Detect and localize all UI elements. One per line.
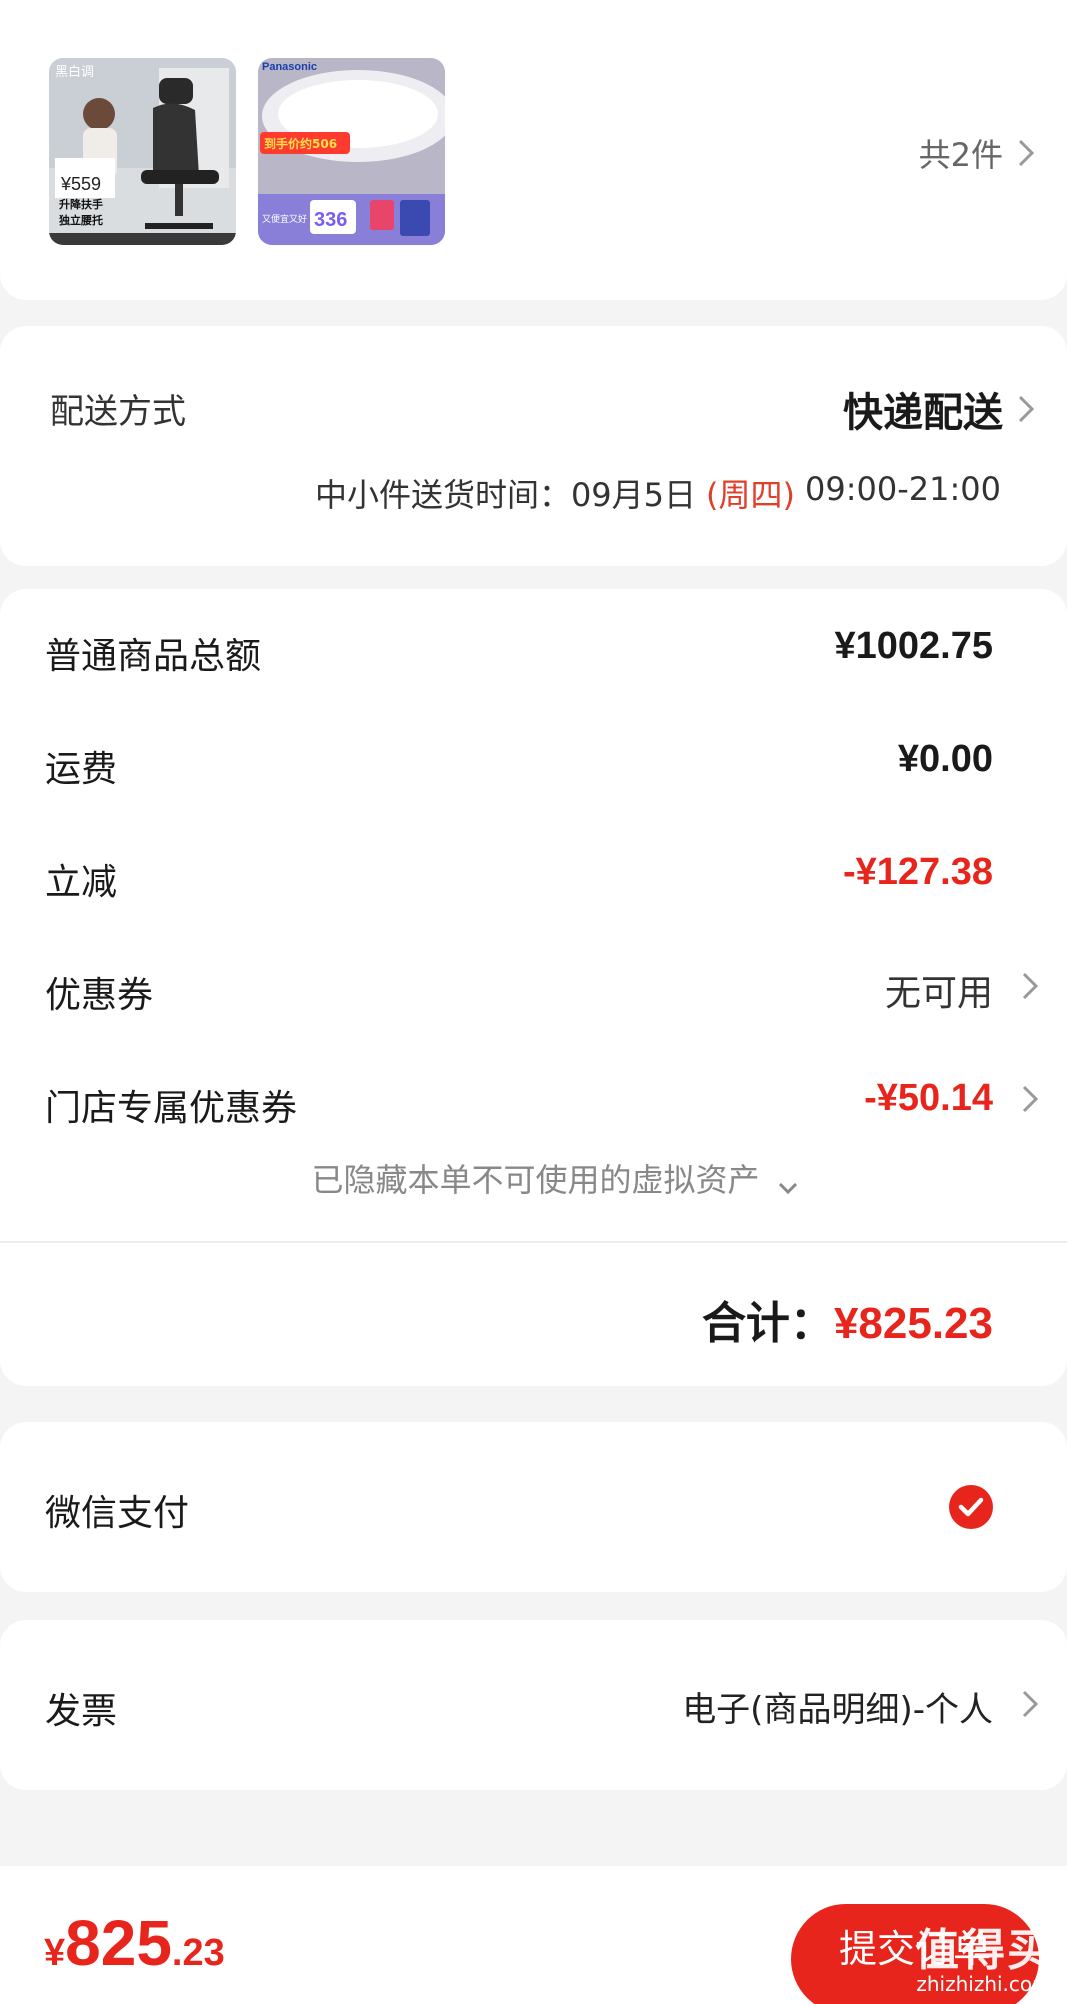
ceiling-lamp-product-image: Panasonic 到手价约506 336 又便宜又好 (258, 58, 445, 245)
delivery-method-selector[interactable]: 快递配送 (843, 380, 1041, 438)
lamp-brand-logo: Panasonic (262, 61, 317, 73)
delivery-time-range: 09:00-21:00 (805, 470, 1001, 508)
coupon-label: 优惠券 (45, 975, 154, 1016)
subtotal-value: ¥1002.75 (834, 625, 994, 667)
store-coupon-row[interactable]: 门店专属优惠券 -¥50.14 (0, 1071, 1067, 1131)
product-thumbnail-chair[interactable]: ¥559 升降扶手 独立腰托 黑白调 (49, 58, 236, 245)
currency-symbol: ¥ (44, 1932, 66, 1974)
subtotal-row: 普通商品总额 ¥1002.75 (0, 619, 1067, 679)
checkmark-selected-icon[interactable] (949, 1485, 993, 1529)
chair-brand-logo: 黑白调 (55, 64, 94, 80)
delivery-time-date: 中小件送货时间：09月5日 (314, 476, 697, 514)
delivery-time: 中小件送货时间：09月5日 (周四) 09:00-21:00 (315, 470, 1001, 516)
checkout-total-price: ¥ 825 .23 (44, 1906, 225, 1980)
payment-method-label: 微信支付 (45, 1493, 190, 1534)
delivery-method-value: 快递配送 (843, 390, 1003, 436)
subtotal-label: 普通商品总额 (45, 636, 262, 677)
discount-label: 立减 (45, 862, 118, 903)
office-chair-product-image: ¥559 升降扶手 独立腰托 黑白调 (49, 58, 236, 245)
site-watermark: 值得买 zhizhizhi.com (915, 1914, 1053, 1996)
shipping-label: 运费 (45, 749, 118, 790)
price-decimal: .23 (171, 1932, 225, 1974)
watermark-logo-text: 值得买 (915, 1925, 1053, 1976)
product-summary-card[interactable]: ¥559 升降扶手 独立腰托 黑白调 Panasonic 到手价约506 336… (0, 0, 1067, 300)
total-label: 合计： (701, 1298, 834, 1349)
invoice-card[interactable]: 发票 电子(商品明细)-个人 (0, 1620, 1067, 1790)
order-total: 合计： ¥825.23 (702, 1287, 993, 1351)
payment-method-card[interactable]: 微信支付 (0, 1422, 1067, 1592)
svg-text:336: 336 (314, 209, 347, 231)
svg-text:又便宜又好: 又便宜又好 (262, 213, 307, 225)
chevron-down-icon (776, 1168, 800, 1195)
chevron-right-icon (1011, 391, 1041, 427)
chevron-right-icon (1011, 135, 1041, 171)
svg-text:升降扶手: 升降扶手 (59, 197, 103, 211)
invoice-value: 电子(商品明细)-个人 (682, 1690, 993, 1730)
watermark-domain: zhizhizhi.com (916, 1972, 1052, 1996)
svg-text:独立腰托: 独立腰托 (58, 213, 103, 227)
coupon-value: 无可用 (884, 972, 993, 1013)
price-integer: 825 (65, 1907, 172, 1979)
product-count-label: 共2件 (918, 136, 1003, 174)
svg-text:到手价约506: 到手价约506 (264, 136, 337, 151)
product-thumbnail-lamp[interactable]: Panasonic 到手价约506 336 又便宜又好 (258, 58, 445, 245)
total-value: ¥825.23 (833, 1299, 993, 1348)
invoice-label: 发票 (45, 1691, 118, 1732)
chevron-right-icon (1015, 968, 1045, 1004)
discount-row: 立减 -¥127.38 (0, 845, 1067, 905)
hidden-assets-toggle[interactable]: 已隐藏本单不可使用的虚拟资产 (0, 1155, 1067, 1201)
chevron-right-icon (1015, 1686, 1045, 1722)
shipping-value: ¥0.00 (897, 738, 993, 780)
chair-price-tag: ¥559 (60, 174, 101, 194)
discount-value: -¥127.38 (842, 851, 993, 893)
delivery-label: 配送方式 (50, 392, 186, 432)
store-coupon-value: -¥50.14 (864, 1077, 993, 1119)
store-coupon-label: 门店专属优惠券 (45, 1088, 298, 1129)
delivery-card[interactable]: 配送方式 快递配送 中小件送货时间：09月5日 (周四) 09:00-21:00 (0, 326, 1067, 566)
order-amounts-card: 普通商品总额 ¥1002.75 运费 ¥0.00 立减 -¥127.38 优惠券… (0, 589, 1067, 1386)
shipping-row: 运费 ¥0.00 (0, 732, 1067, 792)
product-count-link[interactable]: 共2件 (919, 130, 1041, 176)
chevron-right-icon (1015, 1081, 1045, 1117)
divider (0, 1241, 1067, 1243)
hidden-assets-note: 已隐藏本单不可使用的虚拟资产 (311, 1161, 760, 1199)
coupon-row[interactable]: 优惠券 无可用 (0, 958, 1067, 1018)
delivery-time-weekday: (周四) (706, 476, 796, 514)
checkout-bar: ¥ 825 .23 提交订单 (0, 1866, 1067, 2004)
